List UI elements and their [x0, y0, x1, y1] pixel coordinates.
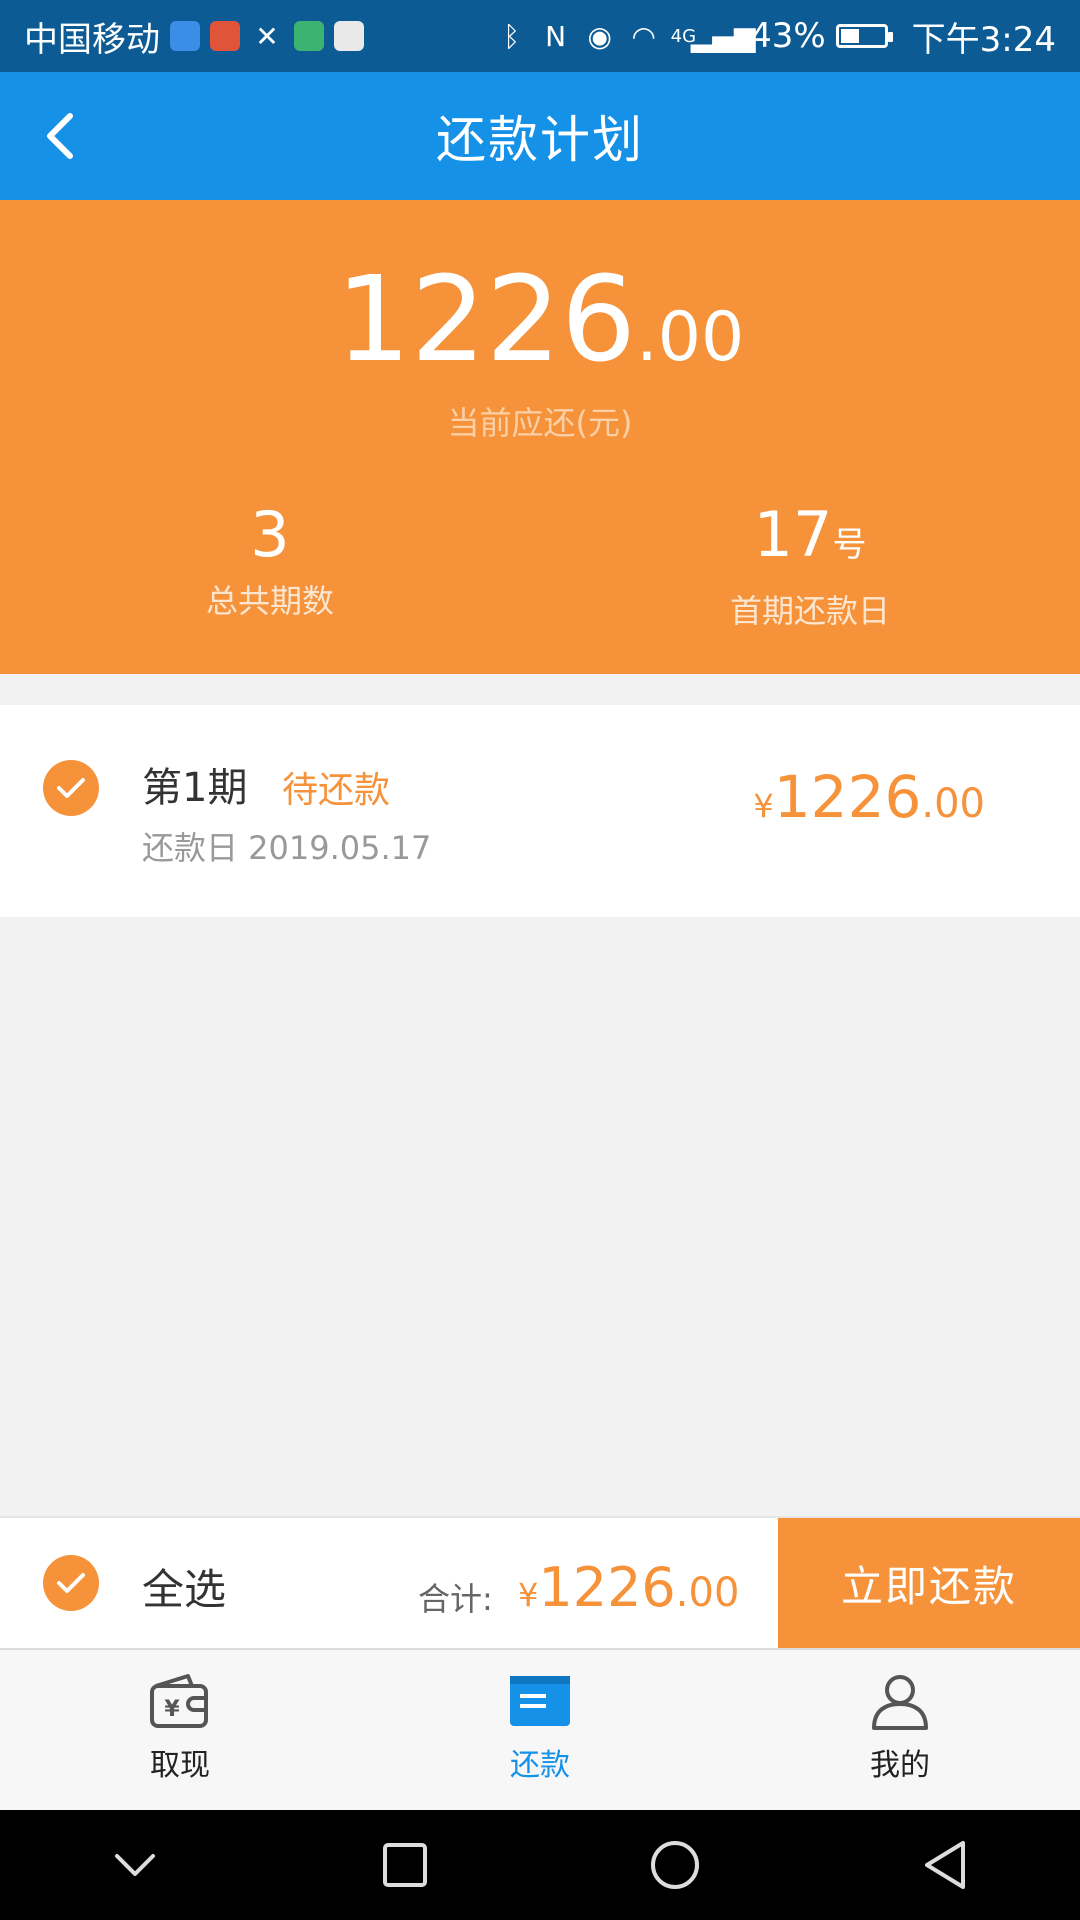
nav-recents-button[interactable] — [365, 1825, 445, 1905]
square-icon — [383, 1843, 427, 1887]
back-button[interactable] — [24, 100, 96, 172]
carrier-label: 中国移动 — [24, 19, 160, 60]
repayment-summary: 1226.00 当前应还(元) 3 总共期数 17号 首期还款日 — [0, 200, 1080, 674]
battery-percent: 43% — [750, 16, 826, 56]
total-periods-stat: 3 总共期数 — [120, 500, 420, 622]
svg-text:¥: ¥ — [164, 1697, 180, 1722]
status-badge: 待还款 — [282, 770, 391, 811]
period-name: 第1期 — [142, 765, 248, 811]
check-icon — [57, 778, 85, 798]
period-amount: ¥1226.00 — [753, 763, 985, 831]
player-app-icon — [294, 21, 324, 51]
current-due-amount: 1226.00 — [0, 250, 1080, 388]
nfc-icon: N — [545, 19, 567, 53]
bottom-tab-bar: ¥ 取现 还款 我的 — [0, 1648, 1080, 1810]
status-left: 中国移动 ✕ — [24, 12, 364, 61]
amount-decimal: .00 — [636, 298, 745, 377]
status-right: ᛒ N ◉ ◠ 4G ▂▄▆ 43% 下午3:24 — [495, 12, 1056, 61]
system-nav-bar — [0, 1810, 1080, 1920]
video-app-icon — [210, 21, 240, 51]
currency-symbol: ¥ — [518, 1576, 539, 1614]
shield-app-icon — [170, 21, 200, 51]
total-label: 合计: — [418, 1580, 493, 1618]
clock: 下午3:24 — [911, 19, 1056, 60]
nav-collapse-button[interactable] — [95, 1825, 175, 1905]
missed-call-icon: ✕ — [255, 19, 279, 53]
due-date: 还款日 2019.05.17 — [142, 829, 432, 867]
tab-mine-label: 我的 — [870, 1748, 930, 1783]
payment-bar: 全选 合计: ¥1226.00 立即还款 — [0, 1516, 1080, 1648]
first-repay-day-value: 17 — [753, 498, 833, 571]
total-periods-label: 总共期数 — [205, 582, 334, 620]
select-all-label: 全选 — [142, 1565, 227, 1614]
tab-cash-label: 取现 — [150, 1748, 210, 1783]
signal-icon: ▂▄▆ — [690, 19, 756, 53]
tab-repay-label: 还款 — [510, 1748, 570, 1783]
first-repay-day-stat: 17号 首期还款日 — [660, 500, 960, 632]
bluetooth-icon: ᛒ — [503, 19, 521, 53]
tab-repay[interactable]: 还款 — [360, 1650, 720, 1810]
first-repay-day-value-wrap: 17号 — [660, 500, 960, 580]
nav-home-button[interactable] — [635, 1825, 715, 1905]
period-amount-integer: 1226 — [773, 763, 922, 831]
page-title: 还款计划 — [436, 111, 644, 169]
tab-cash[interactable]: ¥ 取现 — [0, 1650, 360, 1810]
user-icon — [872, 1675, 928, 1730]
total-amount-decimal: .00 — [675, 1570, 740, 1616]
pay-now-button[interactable]: 立即还款 — [778, 1518, 1080, 1648]
tab-mine[interactable]: 我的 — [720, 1650, 1080, 1810]
map-app-icon — [334, 21, 364, 51]
wifi-icon: ◠ — [631, 19, 656, 53]
title-bar: 还款计划 — [0, 72, 1080, 200]
period-checkbox[interactable] — [43, 760, 99, 816]
eye-icon: ◉ — [587, 19, 612, 53]
current-due-label: 当前应还(元) — [447, 404, 633, 442]
period-amount-decimal: .00 — [921, 781, 985, 827]
total-periods-value: 3 — [250, 498, 290, 571]
triangle-back-icon — [925, 1841, 965, 1889]
first-repay-day-label: 首期还款日 — [729, 592, 890, 630]
amount-integer: 1226 — [335, 250, 637, 388]
chevron-left-icon — [47, 113, 73, 159]
check-icon — [57, 1573, 85, 1593]
nav-back-button[interactable] — [905, 1825, 985, 1905]
total-amount-integer: 1226 — [538, 1556, 676, 1619]
bill-icon — [510, 1676, 570, 1726]
list-item[interactable]: 第1期 待还款 还款日 2019.05.17 ¥1226.00 — [0, 705, 1080, 917]
first-repay-day-unit: 号 — [832, 525, 867, 565]
wallet-icon: ¥ — [150, 1674, 208, 1728]
currency-symbol: ¥ — [753, 787, 774, 825]
status-bar: 中国移动 ✕ ᛒ N ◉ ◠ 4G ▂▄▆ 43% 下午3:24 — [0, 0, 1080, 72]
battery-icon — [835, 24, 893, 48]
select-all-checkbox[interactable] — [43, 1555, 99, 1611]
total-amount: ¥1226.00 — [518, 1556, 739, 1619]
circle-icon — [651, 1841, 699, 1889]
chevron-down-icon — [115, 1854, 155, 1876]
